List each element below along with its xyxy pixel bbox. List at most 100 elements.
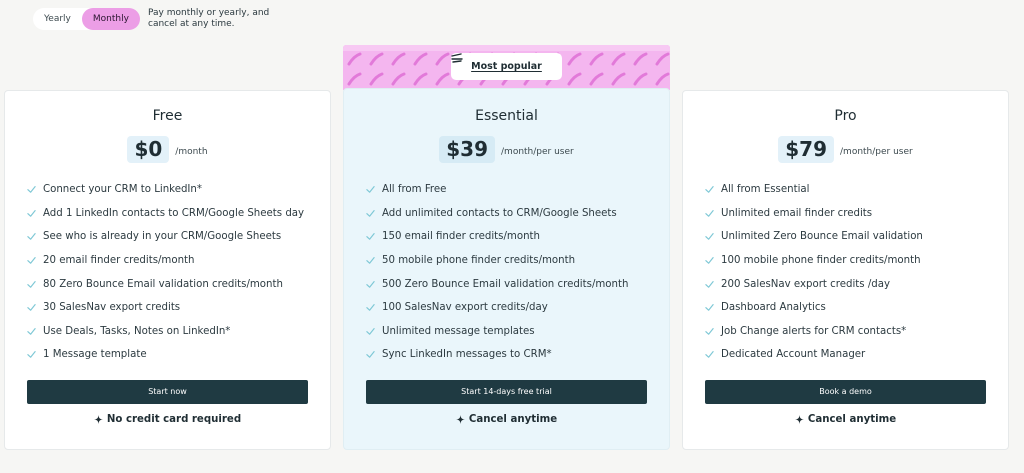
check-icon: [366, 280, 375, 288]
check-icon: [705, 327, 714, 335]
feature-text: Unlimited Zero Bounce Email validation: [721, 231, 923, 243]
feature-text: Dashboard Analytics: [721, 302, 826, 314]
banner-squiggle: [347, 72, 362, 86]
feature-item: Use Deals, Tasks, Notes on LinkedIn*: [27, 320, 304, 344]
check-icon: [366, 351, 375, 359]
price-unit: /month/per user: [501, 146, 574, 157]
check-icon: [705, 257, 714, 264]
banner-squiggle: [347, 52, 362, 66]
check-icon: [27, 209, 36, 217]
banner-squiggle: [611, 52, 626, 66]
feature-item: 80 Zero Bounce Email validation credits/…: [27, 272, 304, 296]
feature-text: Sync LinkedIn messages to CRM*: [382, 349, 552, 361]
feature-item: 150 email finder credits/month: [366, 225, 628, 249]
check-icon: [366, 186, 375, 194]
price-row: $79 /month/per user: [683, 136, 1008, 163]
feature-item: Connect your CRM to LinkedIn*: [27, 178, 304, 202]
feature-text: 50 mobile phone finder credits/month: [382, 255, 576, 267]
check-icon: [366, 233, 375, 241]
feature-item: 100 mobile phone finder credits/month: [705, 249, 923, 273]
feature-text: Unlimited email finder credits: [721, 207, 873, 219]
plan-note-text: Cancel anytime: [468, 414, 558, 425]
feature-text: All from Essential: [721, 184, 810, 196]
squiggle-icon: [451, 53, 463, 63]
feature-item: Unlimited Zero Bounce Email validation: [705, 225, 923, 249]
feature-text: Use Deals, Tasks, Notes on LinkedIn*: [43, 325, 231, 337]
plan-note: No credit card required: [5, 414, 330, 425]
check-icon: [705, 304, 714, 312]
feature-list: Connect your CRM to LinkedIn* Add 1 Linke…: [27, 178, 304, 367]
book-demo-button[interactable]: Book a demo: [705, 380, 986, 404]
billing-toggle[interactable]: Yearly Monthly: [33, 8, 140, 30]
banner-squiggle: [611, 72, 626, 86]
feature-item: 100 SalesNav export credits/day: [366, 296, 628, 320]
sparkle-icon: [794, 415, 804, 424]
feature-item: All from Essential: [705, 178, 923, 202]
billing-option-yearly[interactable]: Yearly: [33, 8, 82, 30]
feature-text: All from Free: [382, 184, 447, 196]
feature-item: Unlimited message templates: [366, 320, 628, 344]
banner-squiggle: [391, 52, 406, 66]
plan-name: Essential: [475, 108, 538, 124]
banner-squiggle: [369, 72, 384, 86]
feature-text: 20 email finder credits/month: [43, 255, 195, 267]
banner-squiggle: [413, 72, 428, 86]
start-now-button[interactable]: Start now: [27, 380, 308, 404]
price-unit: /month: [175, 146, 208, 157]
check-icon: [27, 351, 36, 359]
price-unit: /month/per user: [840, 146, 913, 157]
feature-item: 20 email finder credits/month: [27, 249, 304, 273]
banner-squiggle: [369, 52, 384, 66]
most-popular-badge: Most popular: [451, 53, 562, 80]
check-icon: [705, 233, 714, 241]
feature-text: 1 Message template: [43, 349, 147, 361]
plan-card-pro: Pro $79 /month/per user All from Essenti…: [682, 90, 1009, 450]
plan-note: Cancel anytime: [683, 414, 1008, 425]
check-icon: [705, 186, 714, 194]
most-popular-banner: Most popular: [343, 45, 670, 90]
check-icon: [27, 257, 36, 264]
banner-squiggle: [589, 52, 604, 66]
feature-text: 100 SalesNav export credits/day: [382, 302, 548, 314]
banner-squiggle: [633, 52, 648, 66]
feature-item: Dashboard Analytics: [705, 296, 923, 320]
banner-squiggle: [391, 72, 406, 86]
billing-option-monthly[interactable]: Monthly: [81, 8, 140, 30]
sparkle-icon: [93, 415, 103, 424]
feature-text: 30 SalesNav export credits: [43, 302, 181, 314]
check-icon: [705, 209, 714, 217]
feature-text: Connect your CRM to LinkedIn*: [43, 184, 202, 196]
start-trial-button[interactable]: Start 14-days free trial: [366, 380, 647, 404]
check-icon: [705, 280, 714, 288]
feature-item: 30 SalesNav export credits: [27, 296, 304, 320]
banner-squiggle: [633, 72, 648, 86]
banner-squiggle: [589, 72, 604, 86]
feature-text: 150 email finder credits/month: [382, 231, 540, 243]
feature-item: All from Free: [366, 178, 628, 202]
plan-price: $79: [778, 136, 835, 163]
feature-item: Add unlimited contacts to CRM/Google She…: [366, 202, 628, 226]
feature-item: 50 mobile phone finder credits/month: [366, 249, 628, 273]
banner-squiggle: [567, 52, 582, 66]
feature-text: Add unlimited contacts to CRM/Google She…: [382, 207, 617, 219]
feature-text: See who is already in your CRM/Google Sh…: [43, 231, 282, 243]
feature-item: 200 SalesNav export credits /day: [705, 272, 923, 296]
banner-squiggle: [655, 52, 670, 66]
plan-card-free: Free $0 /month Connect your CRM to Linke…: [4, 90, 331, 450]
feature-list: All from Free Add unlimited contacts to C…: [366, 178, 628, 367]
check-icon: [705, 351, 714, 359]
feature-text: 80 Zero Bounce Email validation credits/…: [43, 278, 283, 290]
feature-item: See who is already in your CRM/Google Sh…: [27, 225, 304, 249]
check-icon: [366, 209, 375, 217]
plan-name: Pro: [834, 108, 857, 124]
feature-item: Dedicated Account Manager: [705, 343, 923, 367]
plan-note-text: No credit card required: [106, 414, 242, 425]
feature-item: Add 1 LinkedIn contacts to CRM/Google Sh…: [27, 202, 304, 226]
feature-list: All from Essential Unlimited email finder…: [705, 178, 923, 367]
sparkle-icon: [455, 415, 465, 424]
banner-squiggle: [567, 72, 582, 86]
price-row: $0 /month: [5, 136, 330, 163]
check-icon: [366, 327, 375, 335]
billing-note: Pay monthly or yearly, and cancel at any…: [148, 8, 270, 29]
plan-price: $0: [127, 136, 170, 163]
